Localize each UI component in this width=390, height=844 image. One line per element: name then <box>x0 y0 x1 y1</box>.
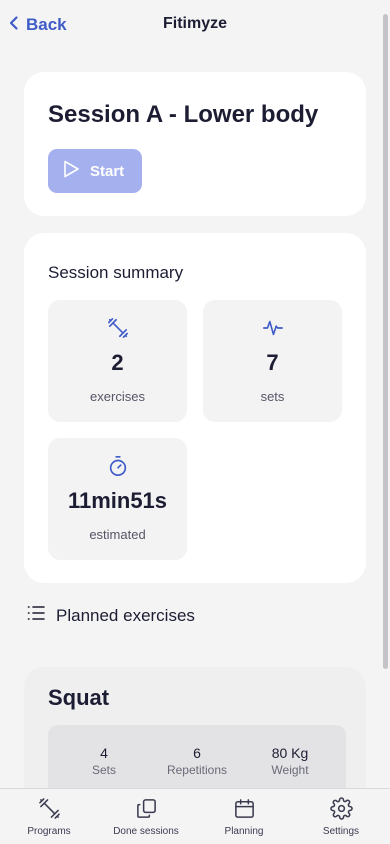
stat-exercises: 2 exercises <box>48 300 187 422</box>
nav-item-planning[interactable]: Planning <box>214 797 274 837</box>
app-title: Fitimyze <box>162 15 227 32</box>
nav-label: Programs <box>27 826 71 837</box>
stat-label: estimated <box>89 527 146 542</box>
dumbbell-icon <box>18 797 80 821</box>
stat-label: exercises <box>90 389 145 404</box>
nav-label: Done sessions <box>113 826 179 837</box>
scrollbar[interactable] <box>383 14 388 669</box>
nav-item-done-sessions[interactable]: Done sessions <box>108 797 184 837</box>
nav-label: Planning <box>224 826 264 837</box>
activity-icon <box>203 317 342 339</box>
exercise-weight: 80 Kg Weight <box>250 745 330 777</box>
session-card: Session A - Lower body Start <box>24 72 366 216</box>
nav-label: Settings <box>322 826 360 837</box>
stat-value: 6 <box>193 745 201 761</box>
start-label: Start <box>90 162 125 180</box>
stat-value: 80 Kg <box>271 745 309 761</box>
bottom-nav: Programs Done sessions Planning Settings <box>0 788 390 844</box>
stat-value: 7 <box>266 350 279 375</box>
stat-value: 11min51s <box>67 488 168 513</box>
stat-estimated: 11min51s estimated <box>48 438 187 560</box>
planned-title: Planned exercises <box>56 605 195 625</box>
summary-title: Session summary <box>48 263 184 282</box>
planned-exercises-heading: Planned exercises <box>26 603 195 628</box>
exercise-sets: 4 Sets <box>64 745 144 777</box>
nav-item-settings[interactable]: Settings <box>312 797 370 837</box>
session-summary-card: Session summary 2 exercises 7 sets 11min… <box>24 233 366 583</box>
exercise-repetitions: 6 Repetitions <box>157 745 237 777</box>
gear-icon <box>312 797 370 821</box>
stat-label: sets <box>260 389 285 404</box>
calendar-icon <box>214 797 274 821</box>
play-icon <box>61 159 81 183</box>
stat-label: Weight <box>271 763 309 777</box>
exercise-name: Squat <box>48 685 110 710</box>
top-bar: Back Fitimyze <box>0 0 390 50</box>
dumbbell-icon <box>48 317 187 339</box>
session-title: Session A - Lower body <box>48 101 319 128</box>
stat-value: 4 <box>100 745 108 761</box>
nav-item-programs[interactable]: Programs <box>18 797 80 837</box>
list-icon <box>26 603 46 628</box>
start-button[interactable]: Start <box>48 149 142 193</box>
stat-label: Sets <box>91 763 116 777</box>
copy-icon <box>108 797 184 821</box>
stat-sets: 7 sets <box>203 300 342 422</box>
stat-label: Repetitions <box>166 763 228 777</box>
stopwatch-icon <box>48 455 187 477</box>
stat-value: 2 <box>111 350 124 375</box>
